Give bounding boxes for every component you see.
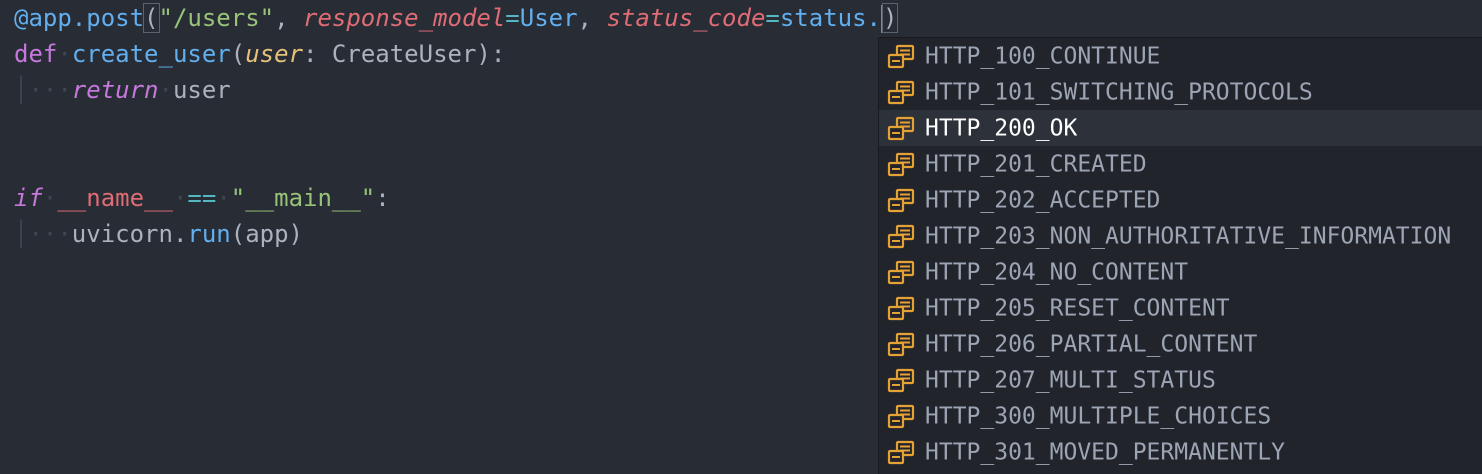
completion-item[interactable]: HTTP_203_NON_AUTHORITATIVE_INFORMATION [879,218,1482,254]
dunder-name: __name__ [57,184,173,212]
open-paren: ( [143,3,160,33]
completion-item-label: HTTP_205_RESET_CONTENT [925,295,1230,322]
decorator: @app.post [14,4,145,32]
enum-member-icon [887,44,917,70]
code-line-1[interactable]: @app.post("/users", response_model=User,… [14,0,899,36]
enum-member-icon [887,296,917,322]
comma: , [274,4,303,32]
indent-whitespace: │··· [14,76,72,104]
enum-member-icon [887,188,917,214]
code-line-7[interactable]: │···uvicorn.run(app) [14,216,303,252]
function-name: create_user [71,40,231,68]
type-annotation: CreateUser [331,40,477,68]
keyword-if: if [14,184,43,212]
completion-item-label: HTTP_202_ACCEPTED [925,187,1161,214]
main-string: "__main__" [230,184,376,212]
completion-item-label: HTTP_200_OK [925,115,1078,142]
completion-item[interactable]: HTTP_201_CREATED [879,146,1482,182]
enum-member-icon [887,224,917,250]
kwarg-status-code: status_code [606,4,766,32]
completion-item-label: HTTP_301_MOVED_PERMANENTLY [925,439,1286,466]
completion-item[interactable]: HTTP_101_SWITCHING_PROTOCOLS [879,74,1482,110]
close-paren: ) [881,3,899,33]
equality-operator: == [187,184,217,212]
completion-item-label: HTTP_101_SWITCHING_PROTOCOLS [925,79,1313,106]
completion-item[interactable]: HTTP_207_MULTI_STATUS [879,362,1482,398]
equals-operator: = [765,4,780,32]
completion-item[interactable]: HTTP_301_MOVED_PERMANENTLY [879,434,1482,470]
close-paren: ): [476,40,506,68]
completion-item[interactable]: HTTP_205_RESET_CONTENT [879,290,1482,326]
code-line-3[interactable]: │···return·user [14,72,231,108]
completion-item[interactable]: HTTP_206_PARTIAL_CONTENT [879,326,1482,362]
return-value: user [172,76,231,104]
enum-member-icon [887,80,917,106]
completion-item[interactable]: HTTP_204_NO_CONTENT [879,254,1482,290]
completion-item-label: HTTP_201_CREATED [925,151,1147,178]
completion-item-label: HTTP_207_MULTI_STATUS [925,367,1216,394]
enum-member-icon [887,368,917,394]
completion-item-label: HTTP_100_CONTINUE [925,43,1161,70]
code-editor[interactable]: @app.post("/users", response_model=User,… [0,0,1482,474]
autocomplete-popup[interactable]: HTTP_100_CONTINUE HTTP_101_SWITCHING_PROT… [878,37,1482,474]
code-line-2[interactable]: def·create_user(user: CreateUser): [14,36,505,72]
param-user: user [245,40,304,68]
module-uvicorn: uvicorn. [71,220,188,248]
completion-item-label: HTTP_206_PARTIAL_CONTENT [925,331,1258,358]
kwarg-response-model: response_model [303,4,506,32]
code-line-6[interactable]: if·__name__·==·"__main__": [14,180,390,216]
kwarg-value-status: status. [779,4,882,32]
keyword-return: return [71,76,159,104]
colon: : [303,40,332,68]
enum-member-icon [887,404,917,430]
completion-item-label: HTTP_300_MULTIPLE_CHOICES [925,403,1272,430]
indent-whitespace: │··· [14,220,72,248]
completion-item[interactable]: HTTP_100_CONTINUE [879,38,1482,74]
completion-item-label: HTTP_204_NO_CONTENT [925,259,1189,286]
comma: , [577,4,607,32]
equals-operator: = [505,4,520,32]
completion-item[interactable]: HTTP_202_ACCEPTED [879,182,1482,218]
keyword-def: def [14,40,58,68]
open-paren: ( [230,40,246,68]
completion-item[interactable]: HTTP_300_MULTIPLE_CHOICES [879,398,1482,434]
enum-member-icon [887,152,917,178]
kwarg-value-user: User [519,4,578,32]
function-run: run [187,220,231,248]
enum-member-icon [887,332,917,358]
enum-member-icon [887,116,917,142]
enum-member-icon [887,440,917,466]
route-path-string: "/users" [158,4,275,32]
call-args: (app) [230,220,303,248]
completion-item-label: HTTP_203_NON_AUTHORITATIVE_INFORMATION [925,223,1452,250]
colon: : [375,184,390,212]
completion-item[interactable]: HTTP_200_OK [879,110,1482,146]
enum-member-icon [887,260,917,286]
